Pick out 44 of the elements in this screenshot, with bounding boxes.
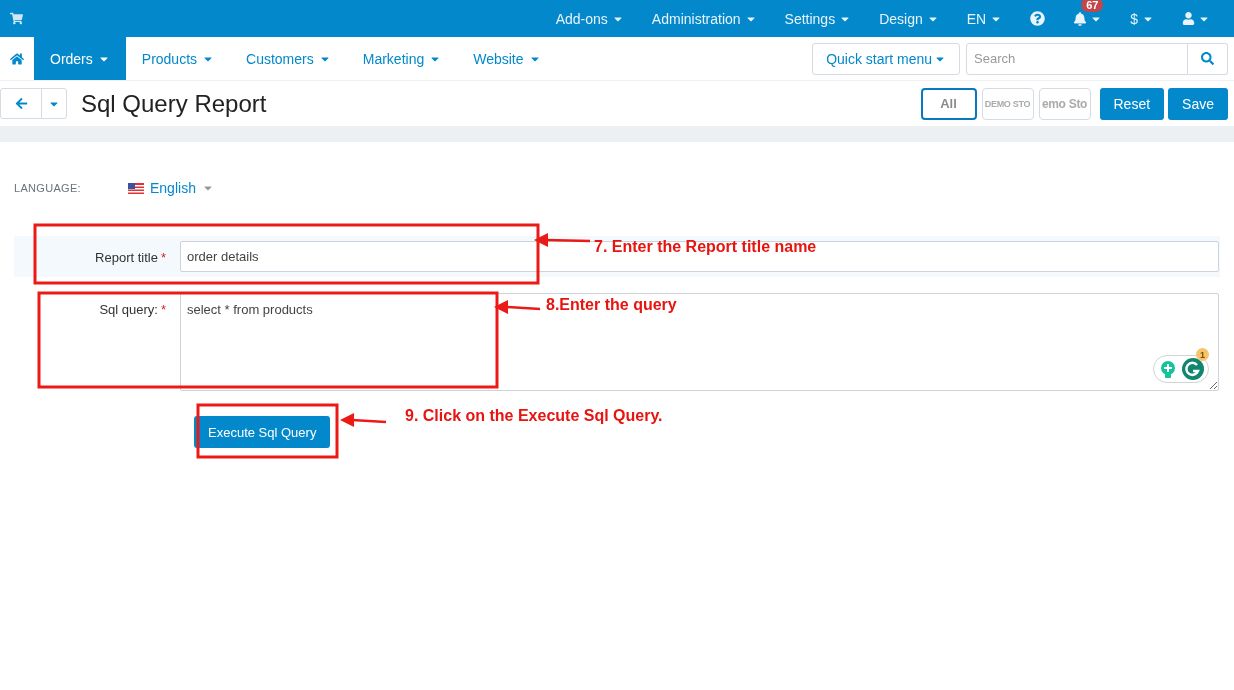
field-label: Report title (95, 250, 158, 265)
annotation-text: 9. Click on the Execute Sql Query. (405, 407, 663, 425)
quick-start-button[interactable]: Quick start menu (812, 42, 960, 75)
annotation-text: 8.Enter the query (546, 296, 677, 314)
annotation-arrow (340, 413, 387, 427)
top-menu-item[interactable]: EN (952, 10, 1017, 27)
nav-tab[interactable]: Marketing (346, 37, 458, 80)
storefront-button[interactable]: emo Sto (1038, 87, 1091, 120)
top-menu-item[interactable]: Settings (770, 10, 866, 27)
cart-icon[interactable] (10, 12, 23, 25)
action-button[interactable]: Reset (1099, 87, 1165, 120)
storefront-button[interactable]: DEMO STO (981, 87, 1034, 120)
annotation-text: 7. Enter the Report title name (594, 238, 817, 256)
required-mark: * (160, 250, 166, 265)
home-icon[interactable] (10, 51, 24, 66)
language-label: LANGUAGE: (14, 182, 82, 194)
action-button[interactable]: Save (1168, 87, 1228, 120)
nav-tab[interactable]: Customers (230, 37, 347, 80)
search-button[interactable] (1188, 42, 1228, 75)
nav-tab[interactable]: Products (125, 37, 231, 80)
annotation-arrow (494, 300, 541, 314)
bell-icon[interactable] (1073, 11, 1088, 26)
nav-tab[interactable]: Orders (34, 37, 126, 80)
top-menu-item[interactable]: Add-ons (541, 10, 638, 27)
page-title: Sql Query Report (81, 89, 267, 118)
notification-badge: 67 (1081, 0, 1104, 12)
nav-tab[interactable]: Website (457, 37, 557, 80)
execute-button[interactable]: Execute Sql Query (194, 416, 331, 448)
user-icon[interactable] (1182, 12, 1195, 25)
top-menu-item[interactable]: Administration (637, 10, 771, 27)
help-icon[interactable] (1030, 11, 1046, 26)
search-field[interactable]: Search (966, 42, 1188, 75)
required-mark: * (160, 302, 166, 317)
storefront-button[interactable]: All (920, 87, 977, 120)
language-select[interactable]: English (150, 180, 196, 196)
field-label: Sql query: (99, 302, 158, 317)
back-arrow-icon (14, 97, 28, 110)
search-icon (1201, 52, 1214, 65)
flag-icon (128, 182, 144, 194)
annotation-arrow (534, 233, 591, 247)
lightbulb-icon (1160, 361, 1176, 379)
top-menu-item[interactable]: Design (865, 10, 953, 27)
g-logo-icon (1182, 358, 1204, 380)
currency-menu[interactable]: $ (1116, 10, 1168, 27)
